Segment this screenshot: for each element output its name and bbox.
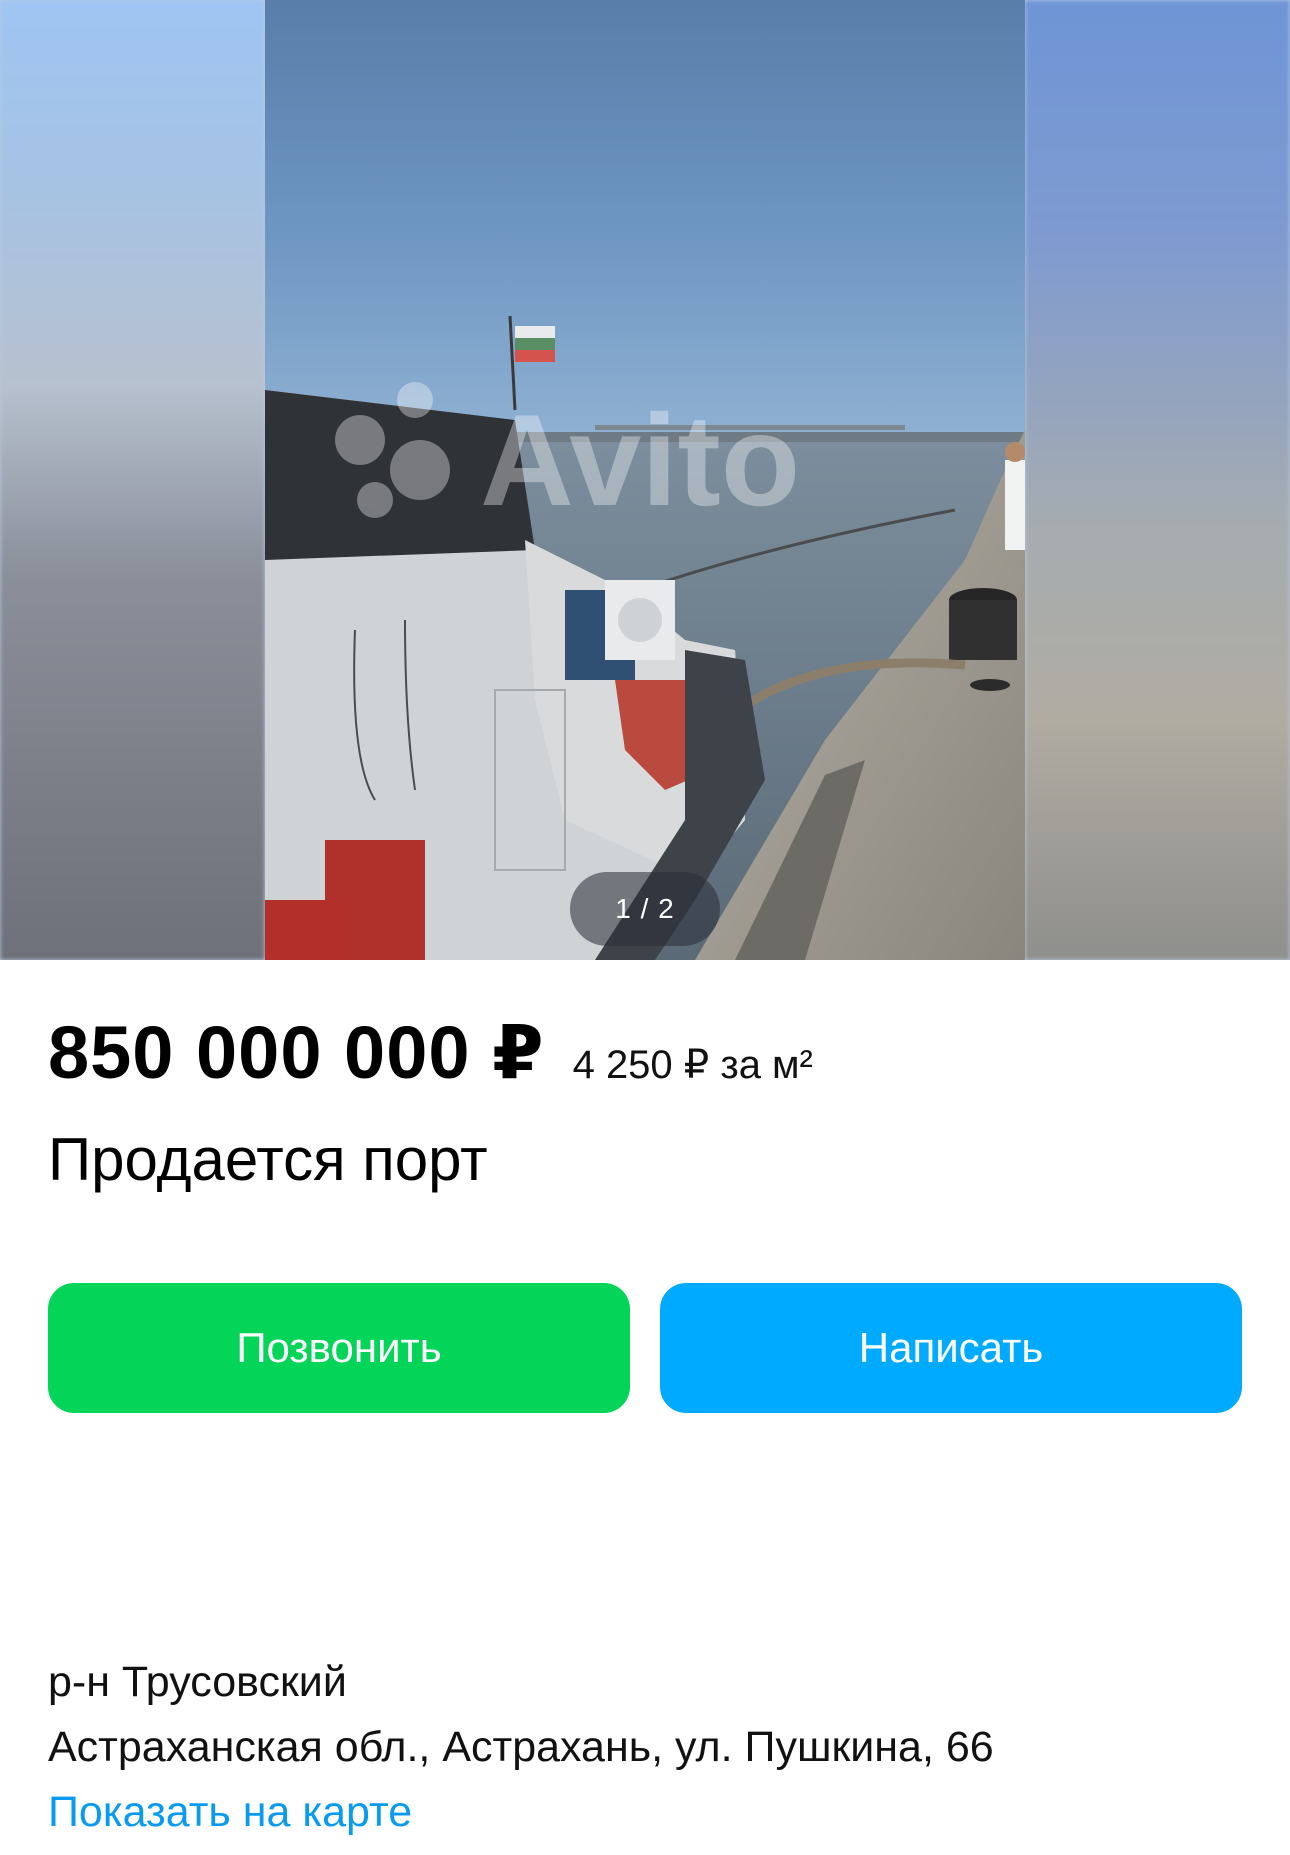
photo-counter: 1 / 2 (570, 872, 720, 946)
write-button[interactable]: Написать (660, 1283, 1242, 1413)
district: р-н Трусовский (48, 1658, 347, 1706)
price-row: 850 000 000 ₽ 4 250 ₽ за м² (48, 1010, 813, 1100)
price-per-sqm: 4 250 ₽ за м² (572, 1043, 813, 1087)
gallery-blur-right (1025, 0, 1290, 960)
listing-photo[interactable]: Avito (265, 0, 1025, 960)
address: Астраханская обл., Астрахань, ул. Пушкин… (48, 1723, 994, 1771)
show-on-map-link[interactable]: Показать на карте (48, 1788, 412, 1837)
price: 850 000 000 ₽ (48, 1011, 545, 1094)
gallery-blur-left (0, 0, 265, 960)
call-button[interactable]: Позвонить (48, 1283, 630, 1413)
photo-gallery[interactable]: Avito 1 / 2 (0, 0, 1290, 960)
listing-title: Продается порт (48, 1126, 488, 1193)
avito-watermark: Avito (480, 387, 800, 533)
